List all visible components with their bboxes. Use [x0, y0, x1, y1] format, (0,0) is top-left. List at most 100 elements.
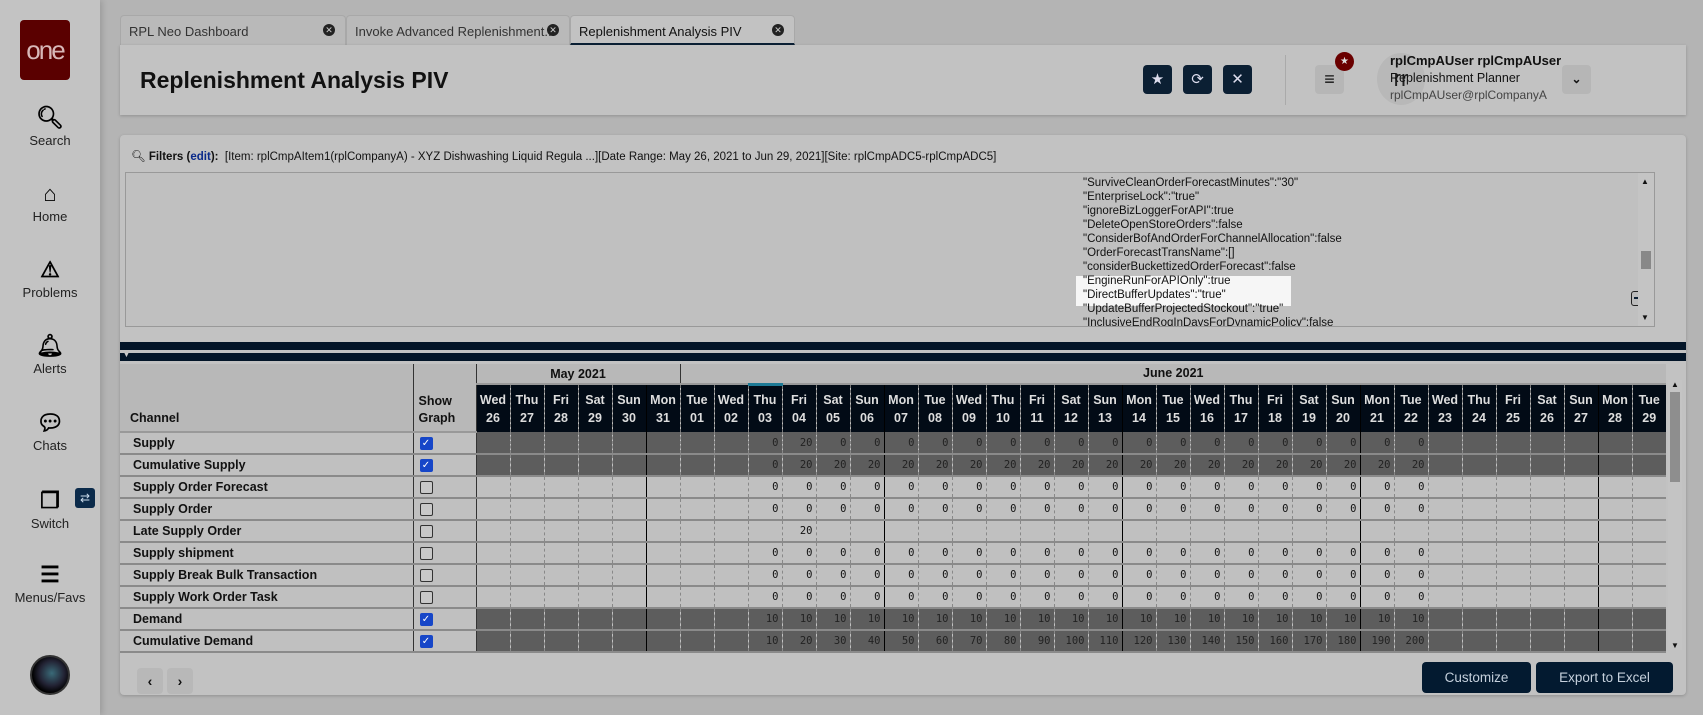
value-cell[interactable]	[747, 520, 782, 543]
value-cell[interactable]	[1529, 476, 1564, 499]
value-cell[interactable]	[611, 454, 646, 477]
value-cell[interactable]: 20	[1087, 454, 1122, 477]
value-cell[interactable]	[1563, 542, 1598, 565]
value-cell[interactable]: 0	[985, 498, 1020, 521]
value-cell[interactable]: 0	[1291, 586, 1326, 609]
value-cell[interactable]: 0	[815, 564, 850, 587]
value-cell[interactable]	[1563, 498, 1598, 521]
value-cell[interactable]	[509, 608, 544, 631]
value-cell[interactable]	[611, 608, 646, 631]
show-graph-checkbox[interactable]: ✓	[419, 613, 433, 627]
value-cell[interactable]	[1529, 542, 1564, 565]
value-cell[interactable]: 190	[1359, 630, 1394, 653]
value-cell[interactable]: 10	[781, 608, 816, 631]
value-cell[interactable]: 0	[951, 498, 986, 521]
close-tab-icon[interactable]: ✕	[547, 24, 559, 36]
value-cell[interactable]: 0	[1155, 476, 1190, 499]
close-tab-icon[interactable]: ✕	[323, 24, 335, 36]
value-cell[interactable]: 200	[1393, 630, 1428, 653]
value-cell[interactable]: 0	[815, 432, 850, 455]
value-cell[interactable]: 0	[849, 564, 884, 587]
show-graph-checkbox[interactable]: ✓	[419, 459, 433, 473]
value-cell[interactable]	[1631, 520, 1666, 543]
value-cell[interactable]: 10	[747, 630, 782, 653]
value-cell[interactable]	[645, 630, 680, 653]
value-cell[interactable]: 0	[1121, 542, 1156, 565]
value-cell[interactable]	[1631, 432, 1666, 455]
value-cell[interactable]	[1495, 630, 1530, 653]
value-cell[interactable]: 0	[1257, 432, 1292, 455]
value-cell[interactable]	[645, 476, 680, 499]
value-cell[interactable]	[1631, 564, 1666, 587]
customize-button[interactable]: Customize	[1422, 662, 1531, 693]
value-cell[interactable]	[1461, 586, 1496, 609]
value-cell[interactable]	[1597, 630, 1632, 653]
value-cell[interactable]	[1563, 608, 1598, 631]
properties-textarea[interactable]: "SurviveCleanOrderForecastMinutes":"30" "…	[125, 172, 1655, 327]
value-cell[interactable]: 20	[951, 454, 986, 477]
value-cell[interactable]	[1631, 586, 1666, 609]
value-cell[interactable]	[1427, 476, 1462, 499]
value-cell[interactable]	[509, 454, 544, 477]
value-cell[interactable]	[1563, 432, 1598, 455]
value-cell[interactable]	[849, 520, 884, 543]
value-cell[interactable]: 0	[1189, 542, 1224, 565]
value-cell[interactable]: 0	[1053, 476, 1088, 499]
sidebar-item-problems[interactable]: ⚠ Problems	[0, 257, 100, 300]
value-cell[interactable]: 10	[1223, 608, 1258, 631]
value-cell[interactable]	[611, 520, 646, 543]
value-cell[interactable]: 0	[781, 498, 816, 521]
value-cell[interactable]: 20	[917, 454, 952, 477]
value-cell[interactable]	[1427, 432, 1462, 455]
value-cell[interactable]	[577, 542, 612, 565]
value-cell[interactable]	[713, 476, 748, 499]
value-cell[interactable]: 0	[1223, 432, 1258, 455]
value-cell[interactable]: 10	[917, 608, 952, 631]
sidebar-item-chats[interactable]: 💬︎ Chats	[0, 410, 100, 453]
value-cell[interactable]	[1359, 520, 1394, 543]
value-cell[interactable]	[1563, 520, 1598, 543]
value-cell[interactable]	[1631, 454, 1666, 477]
value-cell[interactable]: 0	[1359, 586, 1394, 609]
prev-button[interactable]: ‹	[137, 668, 163, 694]
value-cell[interactable]: 0	[1189, 432, 1224, 455]
sidebar-item-home[interactable]: ⌂ Home	[0, 181, 100, 224]
value-cell[interactable]: 0	[917, 432, 952, 455]
value-cell[interactable]	[543, 586, 578, 609]
close-tab-icon[interactable]: ✕	[772, 24, 784, 36]
value-cell[interactable]	[713, 564, 748, 587]
value-cell[interactable]	[1631, 542, 1666, 565]
value-cell[interactable]: 20	[1359, 454, 1394, 477]
value-cell[interactable]: 20	[1257, 454, 1292, 477]
value-cell[interactable]: 0	[1121, 476, 1156, 499]
value-cell[interactable]	[611, 432, 646, 455]
value-cell[interactable]: 20	[781, 432, 816, 455]
show-graph-checkbox[interactable]	[419, 525, 433, 539]
value-cell[interactable]: 0	[1019, 498, 1054, 521]
value-cell[interactable]: 50	[883, 630, 918, 653]
value-cell[interactable]: 0	[1121, 498, 1156, 521]
value-cell[interactable]: 0	[883, 564, 918, 587]
value-cell[interactable]	[611, 630, 646, 653]
value-cell[interactable]: 0	[1087, 432, 1122, 455]
value-cell[interactable]	[611, 586, 646, 609]
value-cell[interactable]	[1189, 520, 1224, 543]
close-button[interactable]: ✕	[1223, 65, 1252, 94]
value-cell[interactable]	[543, 542, 578, 565]
value-cell[interactable]: 0	[1155, 432, 1190, 455]
value-cell[interactable]: 130	[1155, 630, 1190, 653]
value-cell[interactable]	[645, 498, 680, 521]
value-cell[interactable]	[509, 542, 544, 565]
value-cell[interactable]	[509, 476, 544, 499]
value-cell[interactable]: 0	[1155, 498, 1190, 521]
value-cell[interactable]: 10	[1325, 608, 1360, 631]
value-cell[interactable]	[645, 542, 680, 565]
value-cell[interactable]: 0	[1257, 586, 1292, 609]
value-cell[interactable]: 0	[1291, 498, 1326, 521]
value-cell[interactable]	[577, 498, 612, 521]
value-cell[interactable]	[713, 630, 748, 653]
value-cell[interactable]: 0	[1257, 564, 1292, 587]
value-cell[interactable]: 0	[1325, 476, 1360, 499]
value-cell[interactable]	[1427, 498, 1462, 521]
refresh-button[interactable]: ⟳	[1183, 65, 1212, 94]
